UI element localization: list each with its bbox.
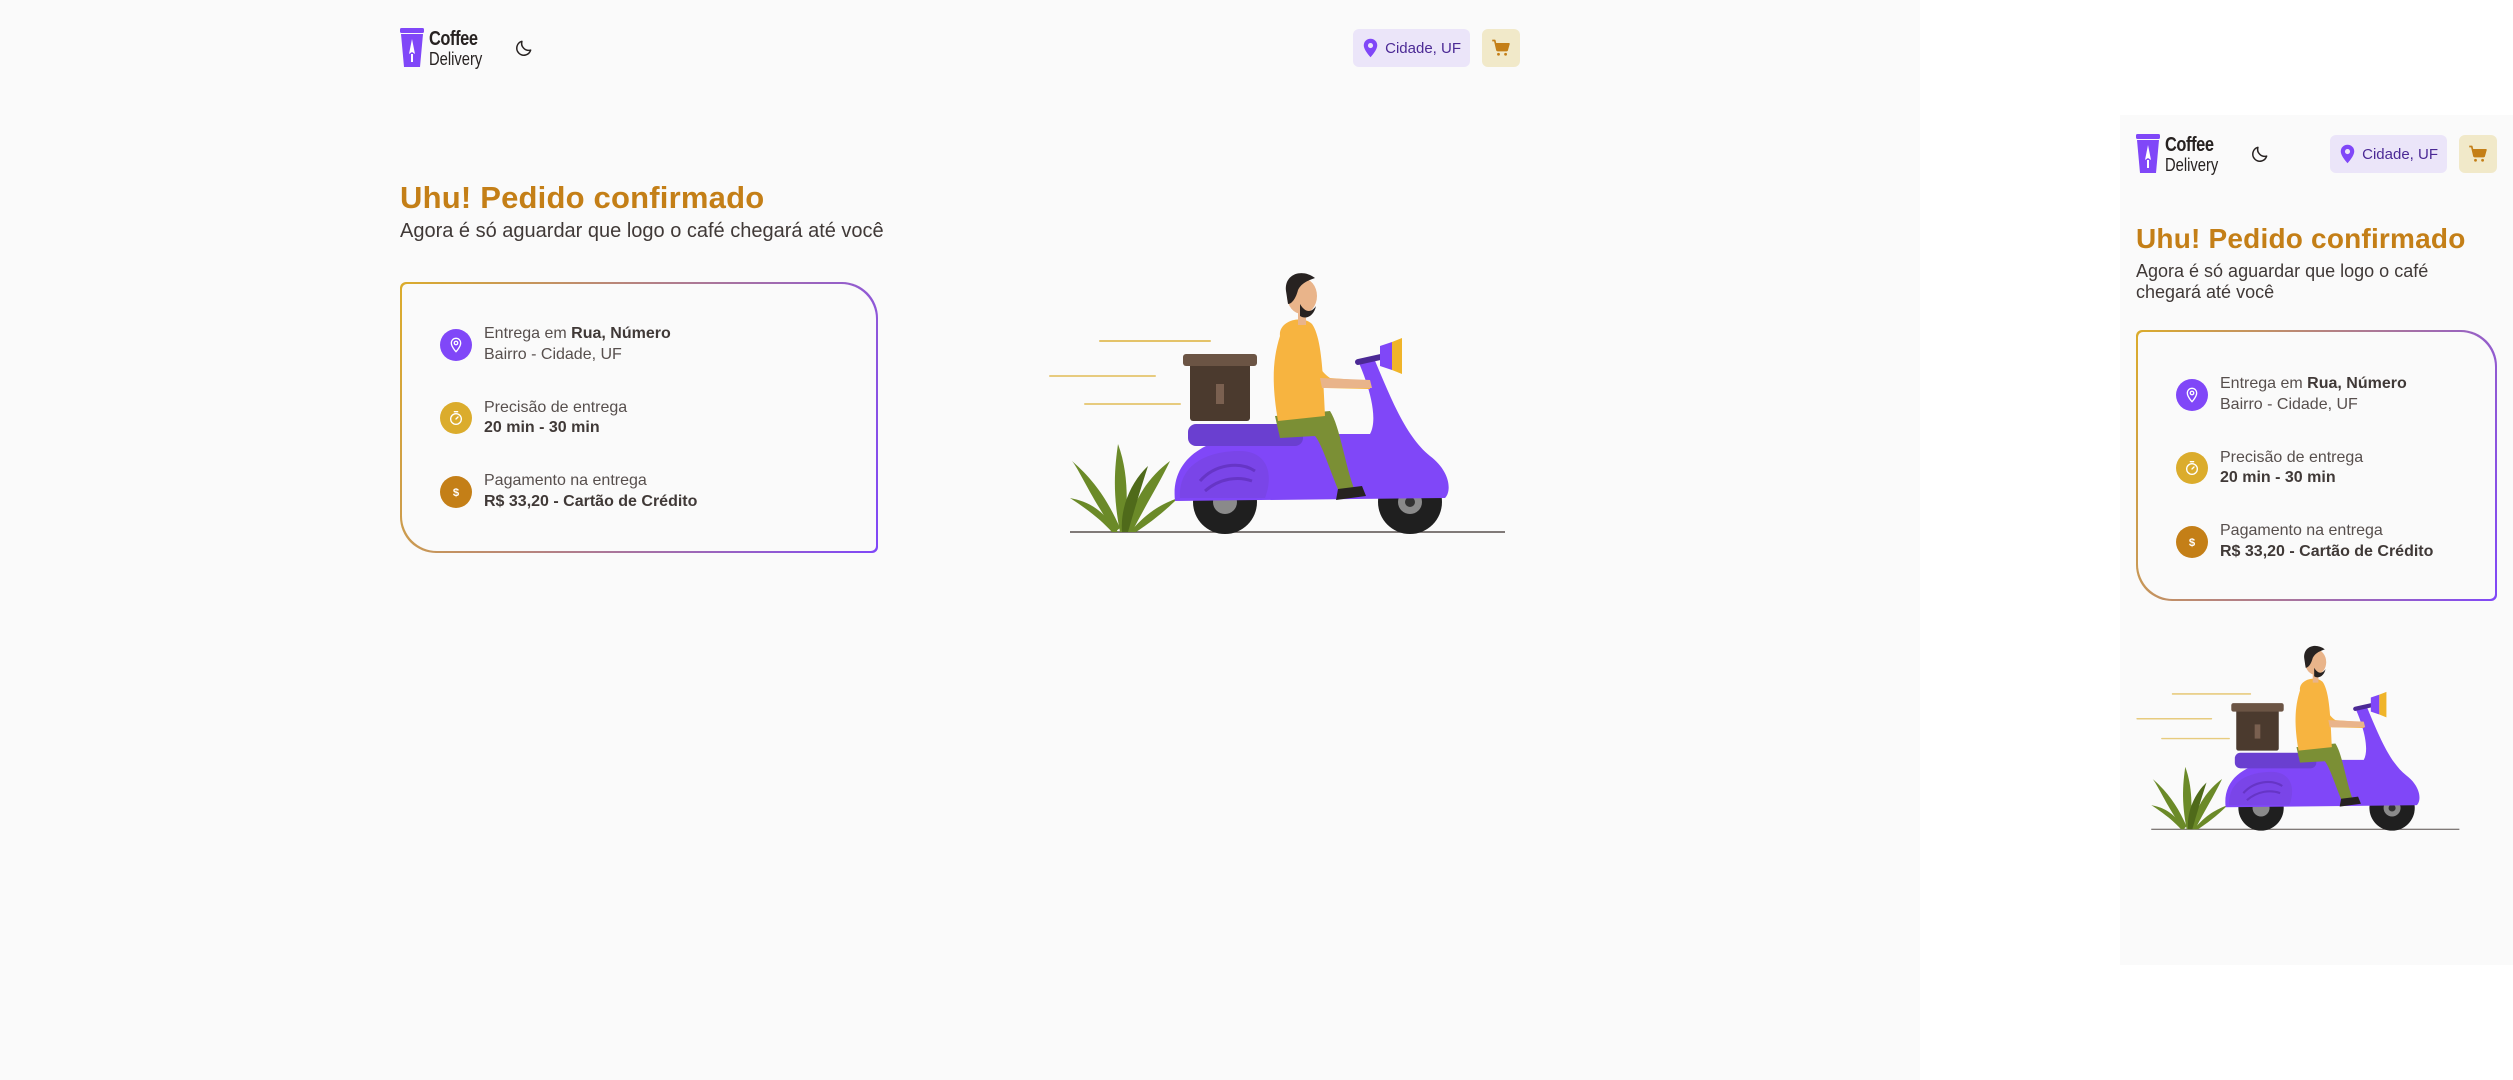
delivery-time-value: 20 min - 30 min bbox=[484, 419, 600, 437]
location-label: Cidade, UF bbox=[2362, 145, 2438, 163]
location-label: Cidade, UF bbox=[1385, 39, 1461, 57]
payment-label: Pagamento na entrega bbox=[2220, 522, 2383, 540]
desktop-viewport: Coffee Delivery Cidade, UF Uhu! Pedido c… bbox=[0, 0, 1920, 1080]
map-pin-icon bbox=[2176, 378, 2208, 411]
mobile-viewport: Coffee Delivery Cidade, UF Uhu! Pedido c… bbox=[2120, 115, 2513, 965]
delivery-address: Rua, Número bbox=[571, 325, 671, 342]
mobile-confirmation-content: Uhu! Pedido confirmado Agora é só aguard… bbox=[2136, 223, 2497, 601]
mobile-header: Coffee Delivery Cidade, UF bbox=[2136, 133, 2497, 175]
currency-dollar-icon: $ bbox=[2176, 525, 2208, 558]
confirmation-content: Uhu! Pedido confirmado Agora é só aguard… bbox=[400, 180, 1520, 553]
delivery-address-row: Entrega em Rua, Número Bairro - Cidade, … bbox=[2176, 374, 2495, 416]
map-pin-icon bbox=[440, 328, 472, 361]
logo[interactable]: Coffee Delivery bbox=[400, 28, 494, 68]
delivery-time-value: 20 min - 30 min bbox=[2220, 469, 2336, 487]
map-pin-icon bbox=[2340, 144, 2355, 164]
page-title: Uhu! Pedido confirmado bbox=[400, 180, 765, 215]
logo-title: Coffee bbox=[429, 27, 478, 50]
delivery-scooter-illustration bbox=[2130, 635, 2470, 845]
mobile-cart-button[interactable] bbox=[2459, 135, 2497, 173]
page-subtitle: Agora é só aguardar que logo o café cheg… bbox=[400, 220, 884, 242]
header: Coffee Delivery Cidade, UF bbox=[400, 27, 1520, 69]
timer-icon bbox=[440, 402, 472, 435]
coffee-cup-logo-icon bbox=[400, 28, 424, 67]
location-button[interactable]: Cidade, UF bbox=[1353, 29, 1470, 67]
mobile-location-button[interactable]: Cidade, UF bbox=[2330, 135, 2447, 173]
svg-text:$: $ bbox=[453, 487, 460, 499]
coffee-cup-logo-icon bbox=[2136, 134, 2160, 173]
payment-label: Pagamento na entrega bbox=[484, 472, 647, 490]
delivery-time-label: Precisão de entrega bbox=[484, 398, 628, 416]
mobile-brand: Coffee Delivery bbox=[2136, 134, 2272, 174]
delivery-prefix: Entrega em bbox=[484, 325, 572, 342]
logo-title: Coffee bbox=[2165, 133, 2214, 156]
delivery-address-row: Entrega em Rua, Número Bairro - Cidade, … bbox=[440, 324, 876, 366]
currency-dollar-icon: $ bbox=[440, 475, 472, 508]
theme-toggle-button[interactable] bbox=[512, 36, 536, 60]
shopping-cart-icon bbox=[2469, 145, 2487, 162]
mobile-theme-toggle-button[interactable] bbox=[2248, 142, 2272, 166]
delivery-district: Bairro - Cidade, UF bbox=[484, 345, 622, 363]
mobile-header-actions: Cidade, UF bbox=[2330, 135, 2497, 173]
timer-icon bbox=[2176, 452, 2208, 485]
payment-row: $ Pagamento na entrega R$ 33,20 - Cartão… bbox=[440, 471, 876, 513]
shopping-cart-icon bbox=[1492, 39, 1510, 56]
delivery-prefix: Entrega em bbox=[2220, 375, 2308, 392]
page-subtitle: Agora é só aguardar que logo o café cheg… bbox=[2136, 261, 2429, 302]
delivery-address: Rua, Número bbox=[2307, 375, 2407, 392]
moon-icon bbox=[2252, 146, 2268, 162]
brand: Coffee Delivery bbox=[400, 28, 536, 68]
logo-subtitle: Delivery bbox=[2165, 154, 2219, 175]
delivery-scooter-illustration bbox=[1040, 266, 1520, 546]
moon-icon bbox=[516, 40, 532, 56]
logo-subtitle: Delivery bbox=[429, 48, 483, 69]
header-actions: Cidade, UF bbox=[1353, 29, 1520, 67]
page-title: Uhu! Pedido confirmado bbox=[2136, 223, 2466, 254]
cart-button[interactable] bbox=[1482, 29, 1520, 67]
delivery-time-row: Precisão de entrega 20 min - 30 min bbox=[2176, 448, 2495, 490]
order-info-card: Entrega em Rua, Número Bairro - Cidade, … bbox=[400, 282, 878, 553]
mobile-logo[interactable]: Coffee Delivery bbox=[2136, 134, 2230, 174]
svg-text:$: $ bbox=[2189, 537, 2196, 549]
delivery-time-row: Precisão de entrega 20 min - 30 min bbox=[440, 398, 876, 440]
payment-value: R$ 33,20 - Cartão de Crédito bbox=[2220, 542, 2434, 560]
delivery-time-label: Precisão de entrega bbox=[2220, 448, 2364, 466]
payment-row: $ Pagamento na entrega R$ 33,20 - Cartão… bbox=[2176, 521, 2495, 563]
delivery-district: Bairro - Cidade, UF bbox=[2220, 395, 2358, 413]
map-pin-icon bbox=[1363, 38, 1378, 58]
order-info-card: Entrega em Rua, Número Bairro - Cidade, … bbox=[2136, 330, 2497, 601]
payment-value: R$ 33,20 - Cartão de Crédito bbox=[484, 492, 698, 510]
